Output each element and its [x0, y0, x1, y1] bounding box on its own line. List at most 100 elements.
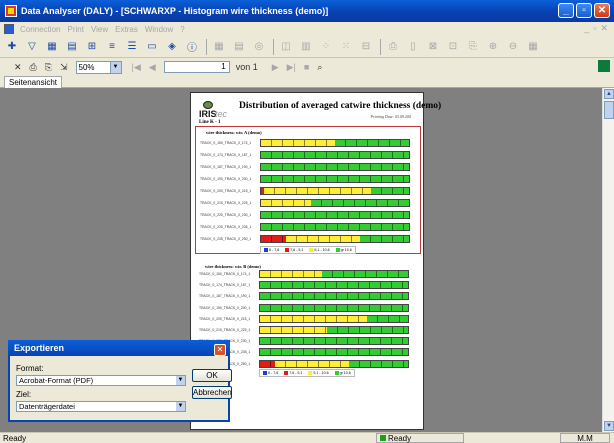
properties-icon[interactable]: ⊡	[445, 39, 461, 55]
menu-help[interactable]: ?	[180, 25, 184, 34]
row-label: TRACK_0_187_TRACK_0_190_1	[200, 165, 252, 169]
row-label: TRACK_0_200_TRACK_0_215_1	[200, 189, 252, 193]
format-label: Format:	[16, 364, 44, 373]
target-select[interactable]: Datenträgerdatei ▼	[16, 401, 186, 412]
format-select[interactable]: Acrobat-Format (PDF) ▼	[16, 375, 186, 386]
dialog-close-icon[interactable]: ✕	[214, 344, 226, 356]
scroll-up-icon[interactable]: ▲	[604, 89, 614, 99]
table-icon[interactable]: ▤	[231, 39, 247, 55]
last-page-icon[interactable]: ▶|	[287, 62, 296, 73]
histogram-bar	[260, 223, 410, 231]
bar-segment	[286, 236, 361, 242]
row-label: TRACK_0_215_TRACK_0_225_1	[200, 201, 252, 205]
tab-seitenansicht[interactable]: Seitenansicht	[4, 76, 63, 88]
bar-segment	[260, 271, 323, 277]
zoom-select[interactable]: 50% ▼	[75, 60, 122, 74]
list-icon[interactable]: ☰	[124, 39, 140, 55]
histogram-bar	[260, 199, 410, 207]
printer-setup-icon[interactable]: ⎘	[45, 62, 52, 73]
info-icon[interactable]: ⓘ	[184, 39, 200, 55]
scroll-down-icon[interactable]: ▼	[604, 421, 614, 431]
stop-icon[interactable]: ■	[304, 62, 309, 72]
histogram-bar	[259, 348, 409, 357]
new-connection-icon[interactable]: ✚	[4, 39, 20, 55]
find-icon[interactable]: ⌕	[317, 62, 322, 73]
zoom-in-icon[interactable]: ⊕	[485, 39, 501, 55]
export-icon[interactable]: ⎘	[465, 39, 481, 55]
line-id: Line K - 1	[199, 120, 221, 125]
window-icon[interactable]: ▭	[144, 39, 160, 55]
app-icon	[5, 5, 17, 17]
legend-item: 9,1 - 10,6	[308, 371, 329, 376]
paint-icon[interactable]: ◈	[164, 39, 180, 55]
legend-label: 9,1 - 10,6	[314, 248, 330, 252]
cancel-button[interactable]: Abbrechen	[192, 386, 232, 399]
row-label: TRACK_0_150_TRACK_0_174_1	[199, 272, 251, 276]
prev-page-icon[interactable]: ◀	[149, 62, 156, 73]
row-label: TRACK_0_230_TRACK_0_235_1	[200, 225, 252, 229]
histogram-bar	[259, 270, 409, 278]
ok-button[interactable]: OK	[192, 369, 232, 382]
zoom-chart-icon[interactable]: ⊞	[84, 39, 100, 55]
rows-icon[interactable]: ▥	[298, 39, 314, 55]
scroll-thumb[interactable]	[604, 101, 614, 119]
mdi-minimize-icon[interactable]: _	[584, 23, 589, 34]
tab-strip: Seitenansicht	[0, 76, 614, 88]
row-label: TRACK_0_174_TRACK_0_187_1	[200, 153, 252, 157]
page-input[interactable]: 1	[163, 61, 230, 73]
zoom-reset-icon[interactable]: ◎	[251, 39, 267, 55]
split-icon[interactable]: ⊟	[358, 39, 374, 55]
first-page-icon[interactable]: |◀	[132, 62, 141, 73]
iris-logo: IRIS tec	[199, 101, 229, 119]
row-label: TRACK_0_190_TRACK_0_200_1	[200, 177, 252, 181]
chart-icon[interactable]: ▤	[64, 39, 80, 55]
row-label: TRACK_0_225_TRACK_0_230_1	[200, 213, 252, 217]
legend-swatch	[335, 248, 340, 253]
maximize-button[interactable]: ▫	[576, 3, 592, 18]
close-preview-icon[interactable]: ✕	[14, 62, 22, 73]
next-page-icon[interactable]: ▶	[272, 62, 279, 73]
status-dot-icon	[380, 435, 386, 441]
grid-small-icon[interactable]: ▦	[525, 39, 541, 55]
legend-swatch	[309, 248, 314, 253]
dots-grid-icon[interactable]: ⁙	[338, 39, 354, 55]
preview-icon[interactable]: ▯	[405, 39, 421, 55]
bar-segment	[260, 293, 408, 300]
columns-icon[interactable]: ◫	[278, 39, 294, 55]
bar-segment	[261, 224, 409, 230]
histogram-row: TRACK_0_230_TRACK_0_235_1	[197, 347, 419, 357]
minimize-button[interactable]: _	[558, 3, 574, 18]
grid-icon[interactable]: ▦	[211, 39, 227, 55]
bar-segment	[335, 140, 409, 146]
close-button[interactable]: ✕	[594, 3, 610, 18]
legend-label: 9,1 - 10,6	[313, 371, 329, 375]
vertical-scrollbar[interactable]: ▲ ▼	[602, 88, 614, 432]
histogram-bar	[259, 337, 409, 346]
menu-window[interactable]: Window	[145, 25, 173, 34]
mdi-controls: _ ▫ ✕	[584, 23, 608, 34]
filter-icon[interactable]: ▽	[24, 39, 40, 55]
print-icon[interactable]: ⎙	[385, 39, 401, 55]
layers-icon[interactable]: ≡	[104, 39, 120, 55]
menu-print[interactable]: Print	[67, 25, 83, 34]
spreadsheet-icon[interactable]: ▦	[44, 39, 60, 55]
export-preview-icon[interactable]: ⇲	[60, 62, 68, 73]
histogram-bar	[259, 303, 409, 312]
navigator-icon[interactable]	[598, 60, 610, 72]
delete-icon[interactable]: ⊠	[425, 39, 441, 55]
legend-item: 9,1 - 10,6	[309, 248, 330, 253]
menu-connection[interactable]: Connection	[20, 25, 60, 34]
bar-segment	[274, 360, 349, 367]
mdi-restore-icon[interactable]: ▫	[593, 23, 596, 34]
bar-segment	[263, 188, 371, 194]
zoom-out-icon[interactable]: ⊖	[505, 39, 521, 55]
print-preview-icon[interactable]: ⎙	[30, 62, 37, 73]
menu-view[interactable]: View	[91, 25, 108, 34]
bar-segment	[260, 360, 275, 367]
dots-icon[interactable]: ⁘	[318, 39, 334, 55]
page-count: von 1	[235, 62, 258, 72]
window-title: Data Analyser (DALY) - [SCHWARXP - Histo…	[21, 6, 329, 16]
menu-extras[interactable]: Extras	[115, 25, 138, 34]
mdi-close-icon[interactable]: ✕	[600, 23, 608, 34]
legend-label: gr 10,6	[340, 248, 352, 252]
